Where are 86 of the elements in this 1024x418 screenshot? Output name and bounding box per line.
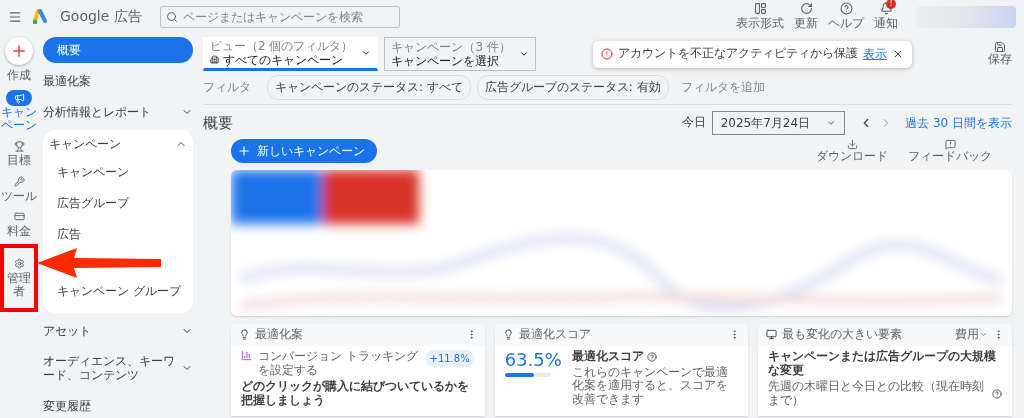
lightbulb-icon — [502, 329, 514, 341]
monitor-icon — [766, 329, 778, 341]
feedback-button[interactable]: フィードバック — [908, 139, 992, 164]
download-icon — [846, 139, 858, 150]
trophy-icon — [13, 140, 25, 152]
rail-item[interactable]: ツール — [0, 173, 38, 203]
search-field[interactable]: ページまたはキャンペーンを検索 — [159, 5, 400, 28]
header-action[interactable]: 更新 — [794, 1, 818, 32]
new-campaign-button[interactable]: 新しいキャンペーン — [231, 139, 377, 164]
create-button[interactable] — [5, 37, 33, 65]
nav-subitem[interactable]: キャンペーン グループ — [49, 275, 187, 307]
score-description: これらのキャンペーンで最適化案を適用すると、スコアを改善できます — [571, 365, 729, 407]
card-title: 最適化スコア — [518, 326, 592, 344]
date-dropdown[interactable]: 2025年7月24日 — [711, 111, 846, 135]
caret-icon — [361, 48, 372, 58]
metric-dropdown[interactable]: 費用 — [955, 326, 988, 344]
view-dropdown[interactable]: ビュー（2 個のフィルタ） すべてのキャンペーン — [203, 37, 379, 71]
feedback-icon — [944, 139, 956, 150]
alert-icon — [601, 48, 613, 60]
bell-icon — [879, 1, 893, 15]
nav-group-label: キャンペーン — [49, 137, 121, 152]
alert-text: アカウントを不正なアクティビティから保護 — [618, 47, 858, 61]
card-title: 最適化案 — [255, 326, 304, 344]
chart-icon — [241, 349, 252, 361]
rail-item[interactable]: キャンペーン — [0, 90, 38, 133]
nav-item[interactable]: 変更履歴 — [43, 393, 193, 418]
menu-icon[interactable] — [8, 9, 22, 24]
nav-item[interactable]: 概要 — [43, 37, 193, 64]
score-value: 63.5% — [504, 348, 562, 370]
lightbulb-icon — [239, 329, 250, 341]
rail-item[interactable]: 管理者 — [0, 243, 38, 313]
save-button[interactable]: 保存 — [988, 41, 1012, 67]
save-icon — [994, 41, 1006, 54]
recommendation-headline: どのクリックが購入に結びついているかを把握しましょう — [241, 380, 470, 408]
changes-description: 先週の木曜日と今日との比較（現在時刻まで） — [768, 380, 986, 408]
megaphone-icon — [13, 92, 25, 104]
filter-label: フィルタ — [203, 79, 251, 96]
download-button[interactable]: ダウンロード — [816, 139, 888, 164]
recommendation-text: コンバージョン トラッキングを設定する — [258, 349, 419, 378]
nav-group[interactable]: 分析情報とレポート — [43, 99, 193, 125]
filter-chip[interactable]: 広告グループのステータス: 有効 — [476, 75, 669, 100]
nav-item[interactable]: 最適化案 — [43, 69, 193, 94]
caret-icon — [518, 49, 529, 59]
nav-subitem[interactable]: 広告 — [49, 218, 187, 250]
card-title: 最も変化の大きい要素 — [782, 326, 904, 344]
campaign-dropdown[interactable]: キャンペーン（3 件） キャンペーンを選択 — [384, 37, 536, 71]
refresh-icon — [799, 1, 813, 15]
nav-group-label: オーディエンス、キーワード、コンテンツ — [43, 353, 176, 383]
plus-icon — [237, 144, 251, 159]
rail-item[interactable]: 目標 — [0, 138, 38, 168]
building-icon — [210, 55, 219, 64]
credit-card-icon — [13, 211, 25, 223]
create-label: 作成 — [7, 67, 31, 84]
score-heading: 最適化スコア — [571, 349, 644, 364]
close-icon[interactable] — [892, 48, 904, 60]
wrench-icon — [13, 176, 25, 188]
nav-subitem[interactable]: キャンペーン — [49, 156, 187, 188]
nav-group-label: 分析情報とレポート — [43, 104, 151, 120]
nav-group[interactable]: キャンペーン — [49, 132, 187, 157]
range-link[interactable]: 過去 30 日間を表示 — [905, 114, 1012, 132]
plus-icon — [10, 42, 28, 60]
date-label: 今日 — [681, 116, 706, 130]
nav-subitem[interactable]: 広告グループ — [49, 187, 187, 219]
brand-name: Google 広告 — [60, 7, 142, 26]
uplift-badge: +11.8% — [424, 349, 475, 367]
help-icon — [646, 351, 657, 362]
ads-logo-icon — [32, 8, 50, 25]
help-icon — [839, 1, 853, 15]
nav-group[interactable]: オーディエンス、キーワード、コンテンツ — [43, 348, 193, 388]
layout-icon — [753, 1, 767, 15]
header-action[interactable]: 表示形式 — [736, 1, 784, 32]
notification-badge: ! — [886, 0, 896, 9]
show-link[interactable]: 表示 — [863, 45, 887, 63]
gear-icon — [13, 258, 25, 270]
rail-item[interactable]: 料金 — [0, 208, 38, 238]
header-action[interactable]: 通知 ! — [874, 1, 898, 32]
nav-group-label: アセット — [43, 323, 91, 338]
help-icon — [992, 389, 1002, 400]
page-title: 概要 — [203, 113, 233, 133]
caret-icon — [826, 118, 837, 128]
filter-chip[interactable]: キャンペーンのステータス: すべて — [267, 75, 471, 100]
header-action[interactable]: ヘルプ — [828, 1, 864, 32]
add-filter-button[interactable]: フィルタを追加 — [674, 78, 771, 97]
search-icon — [165, 10, 178, 23]
changes-heading: キャンペーンまたは広告グループの大規模な変更 — [768, 349, 998, 378]
nav-group[interactable]: アセット — [43, 318, 193, 343]
